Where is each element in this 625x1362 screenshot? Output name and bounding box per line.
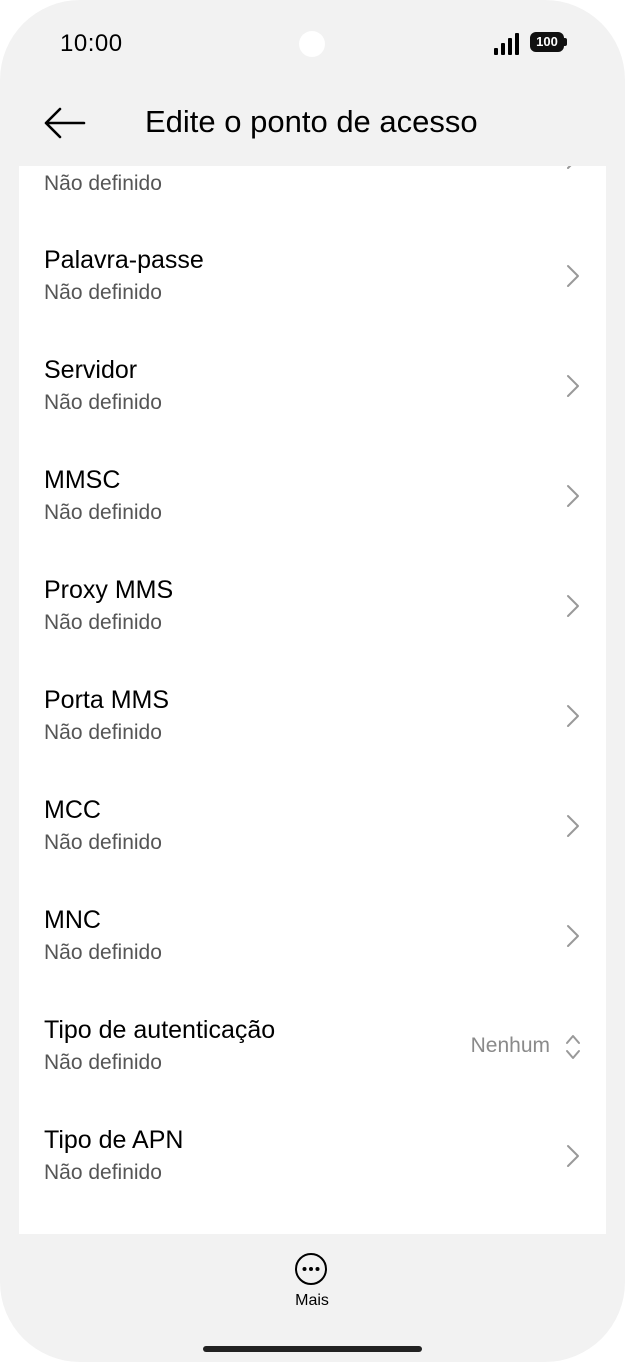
settings-item-apn-type[interactable]: Tipo de APN Não definido xyxy=(19,1126,606,1234)
settings-item-subtitle: Não definido xyxy=(44,1051,162,1074)
page-header: Edite o ponto de acesso xyxy=(0,90,625,166)
settings-item-title: MNC xyxy=(44,906,101,934)
battery-icon: 100 xyxy=(530,32,564,52)
settings-item-title: Servidor xyxy=(44,356,138,384)
bottom-toolbar: Mais xyxy=(0,1234,625,1362)
settings-item-auth-type[interactable]: Tipo de autenticação Não definido Nenhum xyxy=(19,1016,606,1126)
chevron-right-icon xyxy=(567,925,579,947)
auth-type-value: Nenhum xyxy=(470,1034,550,1057)
chevron-right-icon xyxy=(567,265,579,287)
up-down-chevron-icon xyxy=(566,1035,580,1059)
chevron-right-icon xyxy=(567,595,579,617)
more-label: Mais xyxy=(295,1292,329,1309)
settings-item-subtitle: Não definido xyxy=(44,501,162,524)
chevron-right-icon xyxy=(567,485,579,507)
chevron-right-icon xyxy=(567,375,579,397)
settings-item-title: Porta MMS xyxy=(44,686,170,714)
settings-item-partial[interactable]: Não definido xyxy=(19,166,606,248)
more-horizontal-circle-icon xyxy=(295,1253,327,1285)
arrow-left-icon xyxy=(44,107,86,139)
chevron-right-icon xyxy=(567,815,579,837)
settings-item-subtitle: Não definido xyxy=(44,1161,162,1184)
battery-tip xyxy=(564,38,567,46)
settings-item-title: Proxy MMS xyxy=(44,576,174,604)
settings-item-subtitle: Não definido xyxy=(44,281,162,304)
settings-list: Não definido Palavra-passe Não definido … xyxy=(19,166,606,1234)
settings-item-subtitle: Não definido xyxy=(44,172,162,195)
settings-item-title: MMSC xyxy=(44,466,121,494)
settings-item-title: Palavra-passe xyxy=(44,246,204,274)
settings-item-mms-port[interactable]: Porta MMS Não definido xyxy=(19,686,606,796)
settings-item-mmsc[interactable]: MMSC Não definido xyxy=(19,466,606,576)
status-bar: 10:00 100 xyxy=(0,0,625,90)
home-indicator[interactable] xyxy=(203,1346,422,1352)
camera-cutout xyxy=(299,31,325,57)
chevron-right-icon xyxy=(567,166,572,169)
settings-item-mnc[interactable]: MNC Não definido xyxy=(19,906,606,1016)
signal-bars-icon xyxy=(494,33,524,55)
settings-item-password[interactable]: Palavra-passe Não definido xyxy=(19,246,606,356)
battery-level: 100 xyxy=(536,34,558,49)
settings-item-subtitle: Não definido xyxy=(44,721,162,744)
settings-item-subtitle: Não definido xyxy=(44,831,162,854)
page-title: Edite o ponto de acesso xyxy=(145,104,478,139)
settings-item-mcc[interactable]: MCC Não definido xyxy=(19,796,606,906)
more-button[interactable]: Mais xyxy=(272,1248,352,1320)
settings-item-subtitle: Não definido xyxy=(44,941,162,964)
chevron-right-icon xyxy=(567,1145,579,1167)
settings-item-subtitle: Não definido xyxy=(44,391,162,414)
settings-item-server[interactable]: Servidor Não definido xyxy=(19,356,606,466)
phone-screen: 10:00 100 Edite o ponto de acesso Não de… xyxy=(0,0,625,1362)
settings-item-subtitle: Não definido xyxy=(44,611,162,634)
settings-item-title: MCC xyxy=(44,796,101,824)
chevron-right-icon xyxy=(567,705,579,727)
settings-item-title: Tipo de autenticação xyxy=(44,1016,276,1044)
settings-item-title: Tipo de APN xyxy=(44,1126,184,1154)
status-time: 10:00 xyxy=(60,30,123,57)
back-button[interactable] xyxy=(38,102,90,144)
settings-item-mms-proxy[interactable]: Proxy MMS Não definido xyxy=(19,576,606,686)
